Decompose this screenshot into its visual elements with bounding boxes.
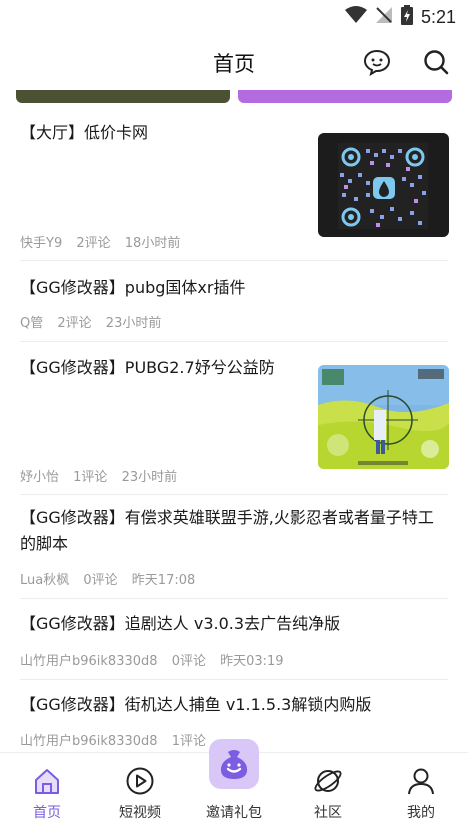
post-item[interactable]: 【GG修改器】PUBG2.7妤兮公益防 妤小怡 1评论 23小时前 [0,341,468,495]
post-time: 昨天17:08 [131,573,196,588]
post-comments: 1评论 [171,734,206,749]
status-icons: 5:21 [344,5,456,29]
signal-off-icon [375,6,393,28]
planet-icon [312,765,344,797]
post-comments: 0评论 [171,654,206,669]
post-item[interactable]: 【GG修改器】pubg国体xr插件 Q管 2评论 23小时前 [0,261,468,342]
post-author[interactable]: Q管 [20,316,43,331]
qr-code-thumbnail[interactable] [318,133,449,237]
status-time: 5:21 [420,6,456,27]
gift-bag-icon [209,739,259,789]
home-icon [31,765,63,797]
tab-home[interactable]: 首页 [0,753,94,832]
post-time: 23小时前 [105,316,162,331]
post-title[interactable]: 【GG修改器】追剧达人 v3.0.3去广告纯净版 [20,611,450,637]
tab-invite-gift[interactable]: 邀请礼包 [187,739,281,832]
post-author[interactable]: Lua秋枫 [20,573,69,588]
tab-label: 邀请礼包 [206,805,262,821]
post-item[interactable]: 【GG修改器】有偿求英雄联盟手游,火影忍者或者量子特工的脚本 Lua秋枫 0评论… [0,494,468,599]
post-meta: Q管 2评论 23小时前 [20,312,171,331]
post-item[interactable]: 【GG修改器】追剧达人 v3.0.3去广告纯净版 山竹用户b96ik8330d8… [0,599,468,680]
post-comments: 2评论 [57,316,92,331]
post-meta: Lua秋枫 0评论 昨天17:08 [20,569,205,588]
tab-label: 首页 [33,805,61,821]
bottom-tab-bar: 首页 短视频 邀请礼包 社区 我的 [0,739,468,832]
game-screenshot-thumbnail[interactable] [318,365,449,469]
post-item[interactable]: 【大厅】低价卡网 快手Y9 2评论 18小时前 [0,104,468,261]
post-meta: 快手Y9 2评论 18小时前 [20,232,190,251]
play-icon [124,765,156,797]
post-comments: 1评论 [73,470,108,485]
post-meta: 山竹用户b96ik8330d8 0评论 昨天03:19 [20,650,294,669]
post-meta: 妤小怡 1评论 23小时前 [20,466,187,485]
page-title: 首页 [213,52,255,76]
post-time: 昨天03:19 [220,654,284,669]
post-author[interactable]: 快手Y9 [20,236,62,251]
post-author[interactable]: 山竹用户b96ik8330d8 [20,734,158,749]
post-author[interactable]: 妤小怡 [20,470,59,485]
battery-icon [400,5,413,29]
post-feed[interactable]: 【大厅】低价卡网 快手Y9 2评论 18小时前 【GG修改器】pubg国体xr插… [0,104,468,752]
tab-label: 短视频 [119,805,161,821]
post-title[interactable]: 【GG修改器】PUBG2.7妤兮公益防 [20,355,310,381]
search-icon[interactable] [421,47,451,77]
tab-label: 我的 [407,805,435,821]
post-time: 18小时前 [124,236,181,251]
user-icon [405,765,437,797]
tab-short-video[interactable]: 短视频 [93,753,187,832]
post-title[interactable]: 【GG修改器】街机达人捕鱼 v1.1.5.3解锁内购版 [20,692,450,718]
post-title[interactable]: 【GG修改器】有偿求英雄联盟手游,火影忍者或者量子特工的脚本 [20,505,445,557]
banner-left[interactable] [16,90,230,103]
post-comments: 2评论 [76,236,111,251]
post-time: 23小时前 [121,470,178,485]
post-author[interactable]: 山竹用户b96ik8330d8 [20,654,158,669]
post-meta: 山竹用户b96ik8330d8 1评论 [20,730,226,749]
message-bubble-icon[interactable] [362,47,392,77]
post-title[interactable]: 【GG修改器】pubg国体xr插件 [20,275,440,301]
post-title[interactable]: 【大厅】低价卡网 [20,120,310,146]
tab-community[interactable]: 社区 [281,753,375,832]
wifi-icon [344,6,367,28]
tab-label: 社区 [314,805,342,821]
top-app-bar: 首页 [0,34,468,90]
status-bar: 5:21 [0,0,468,34]
post-comments: 0评论 [83,573,118,588]
banner-carousel[interactable] [0,90,468,104]
tab-mine[interactable]: 我的 [374,753,468,832]
banner-right[interactable] [238,90,452,103]
